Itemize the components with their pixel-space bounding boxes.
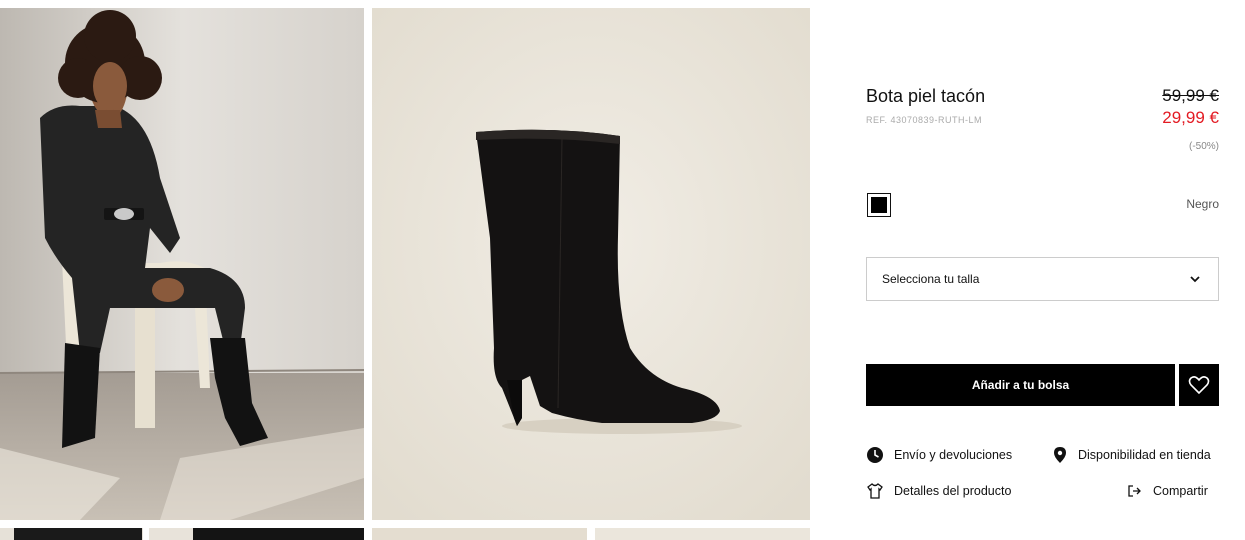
shipping-returns-link[interactable]: Envío y devoluciones bbox=[866, 446, 1012, 464]
thumbnail[interactable] bbox=[193, 528, 364, 540]
size-select[interactable]: Selecciona tu talla bbox=[866, 257, 1219, 301]
size-select-label: Selecciona tu talla bbox=[882, 272, 980, 286]
shipping-returns-label: Envío y devoluciones bbox=[894, 448, 1013, 462]
shirt-icon bbox=[867, 483, 883, 499]
store-availability-link[interactable]: Disponibilidad en tienda bbox=[1052, 446, 1211, 464]
discount-badge: (-50%) bbox=[1188, 141, 1219, 152]
chevron-down-icon bbox=[1190, 276, 1200, 283]
share-link[interactable]: Compartir bbox=[1127, 482, 1208, 500]
favorite-button[interactable] bbox=[1179, 364, 1219, 406]
thumbnail[interactable] bbox=[14, 528, 142, 540]
product-image-boot[interactable] bbox=[372, 8, 810, 520]
location-pin-icon bbox=[1054, 447, 1066, 463]
product-reference: REF. 43070839-RUTH-LM bbox=[866, 115, 983, 125]
model-photo-illustration bbox=[0, 8, 364, 520]
product-details-link[interactable]: Detalles del producto bbox=[866, 482, 1011, 500]
product-title: Bota piel tacón bbox=[866, 86, 986, 106]
sale-price: 29,99 € bbox=[1162, 108, 1219, 127]
boot-photo-illustration bbox=[372, 8, 810, 520]
thumbnail[interactable] bbox=[595, 528, 810, 540]
color-swatch-fill bbox=[871, 197, 887, 213]
heart-icon bbox=[1188, 376, 1210, 395]
product-details-label: Detalles del producto bbox=[894, 484, 1012, 498]
original-price: 59,99 € bbox=[1162, 86, 1219, 105]
share-label: Compartir bbox=[1153, 484, 1208, 498]
thumbnail[interactable] bbox=[372, 528, 587, 540]
share-icon bbox=[1128, 485, 1141, 497]
product-image-model[interactable] bbox=[0, 8, 364, 520]
color-swatch-black[interactable] bbox=[867, 193, 891, 217]
add-to-bag-button[interactable]: Añadir a tu bolsa bbox=[866, 364, 1175, 406]
color-name: Negro bbox=[1186, 197, 1219, 211]
clock-icon bbox=[867, 447, 883, 463]
store-availability-label: Disponibilidad en tienda bbox=[1078, 448, 1211, 462]
